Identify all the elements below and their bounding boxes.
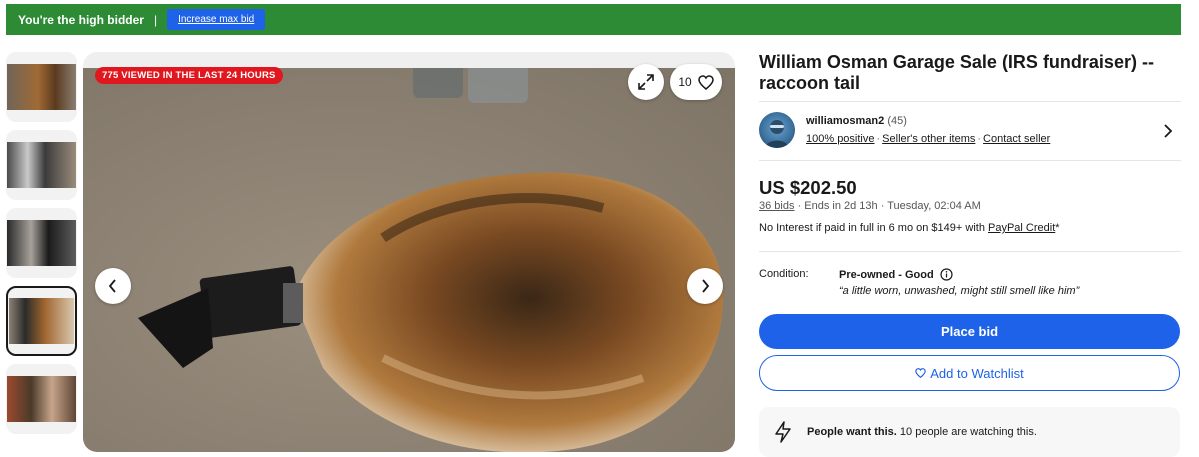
- credit-text: No Interest if paid in full in 6 mo on $…: [759, 222, 988, 234]
- seller-condition-note: “a little worn, unwashed, might still sm…: [839, 285, 1080, 297]
- high-bidder-banner: You're the high bidder | Increase max bi…: [6, 4, 1181, 35]
- heart-icon: [697, 74, 714, 90]
- demand-notice: People want this. 10 people are watching…: [759, 407, 1180, 457]
- seller-links: 100% positive · Seller's other items · Conta…: [806, 133, 1050, 145]
- next-image-button[interactable]: [687, 268, 723, 304]
- seller-avatar[interactable]: [759, 112, 795, 148]
- credit-asterisk: *: [1055, 222, 1060, 234]
- avatar-image: [765, 120, 789, 148]
- thumbnail-1[interactable]: [6, 52, 77, 122]
- divider: [759, 101, 1181, 102]
- seller-feedback-count: (45): [887, 115, 907, 127]
- thumbnail-2[interactable]: [6, 130, 77, 200]
- viewed-badge: 775 VIEWED IN THE LAST 24 HOURS: [95, 67, 283, 84]
- thumbnail-4[interactable]: [6, 286, 77, 356]
- positive-feedback-link[interactable]: 100% positive: [806, 133, 875, 145]
- dot-separator: ·: [876, 133, 881, 145]
- watch-count: 10: [678, 75, 692, 89]
- thumbnail-5[interactable]: [6, 364, 77, 434]
- watch-button[interactable]: 10: [670, 64, 722, 100]
- demand-detail: 10 people are watching this.: [896, 426, 1037, 438]
- bids-link[interactable]: 36 bids: [759, 200, 794, 212]
- expand-icon: [638, 74, 654, 90]
- add-to-watchlist-button[interactable]: Add to Watchlist: [759, 355, 1180, 391]
- current-price: US $202.50: [759, 177, 857, 198]
- dot-separator: ·: [977, 133, 982, 145]
- raccoon-tail-illustration: [138, 58, 723, 452]
- chevron-left-icon: [108, 279, 116, 293]
- expand-button[interactable]: [628, 64, 664, 100]
- seller-other-items-link[interactable]: Seller's other items: [882, 133, 975, 145]
- financing-info: No Interest if paid in full in 6 mo on $…: [759, 222, 1060, 234]
- info-icon[interactable]: [940, 268, 953, 281]
- banner-separator: |: [153, 12, 158, 27]
- condition-value-row: Pre-owned - Good: [839, 268, 953, 281]
- paypal-credit-link[interactable]: PayPal Credit: [988, 222, 1055, 234]
- divider: [759, 160, 1181, 161]
- condition-label: Condition:: [759, 268, 809, 280]
- chevron-right-icon[interactable]: [1163, 124, 1173, 138]
- demand-text: People want this. 10 people are watching…: [807, 426, 1037, 438]
- listing-title: William Osman Garage Sale (IRS fundraise…: [759, 52, 1154, 93]
- divider: [759, 251, 1181, 252]
- main-product-image[interactable]: 775 VIEWED IN THE LAST 24 HOURS 10: [83, 52, 735, 452]
- previous-image-button[interactable]: [95, 268, 131, 304]
- increase-max-bid-button[interactable]: Increase max bid: [167, 9, 266, 30]
- dot-separator: ·: [794, 200, 805, 212]
- heart-icon: [915, 368, 927, 378]
- listing-details: William Osman Garage Sale (IRS fundraise…: [759, 52, 1181, 457]
- lightning-icon: [775, 421, 791, 443]
- high-bidder-message: You're the high bidder: [18, 12, 144, 27]
- condition-value: Pre-owned - Good: [839, 268, 934, 281]
- product-photo: [83, 58, 735, 452]
- demand-headline: People want this.: [807, 426, 897, 438]
- chevron-right-icon: [702, 279, 710, 293]
- seller-card[interactable]: williamosman2 (45) 100% positive · Seller'…: [759, 112, 1181, 152]
- watchlist-label: Add to Watchlist: [930, 365, 1024, 381]
- bid-info: 36 bids · Ends in 2d 13h · Tuesday, 02:0…: [759, 200, 981, 212]
- seller-name-row: williamosman2 (45): [806, 115, 907, 127]
- place-bid-button[interactable]: Place bid: [759, 314, 1180, 349]
- seller-name[interactable]: williamosman2: [806, 115, 884, 127]
- auction-end-time: Ends in 2d 13h · Tuesday, 02:04 AM: [804, 200, 981, 212]
- contact-seller-link[interactable]: Contact seller: [983, 133, 1050, 145]
- thumbnail-3[interactable]: [6, 208, 77, 278]
